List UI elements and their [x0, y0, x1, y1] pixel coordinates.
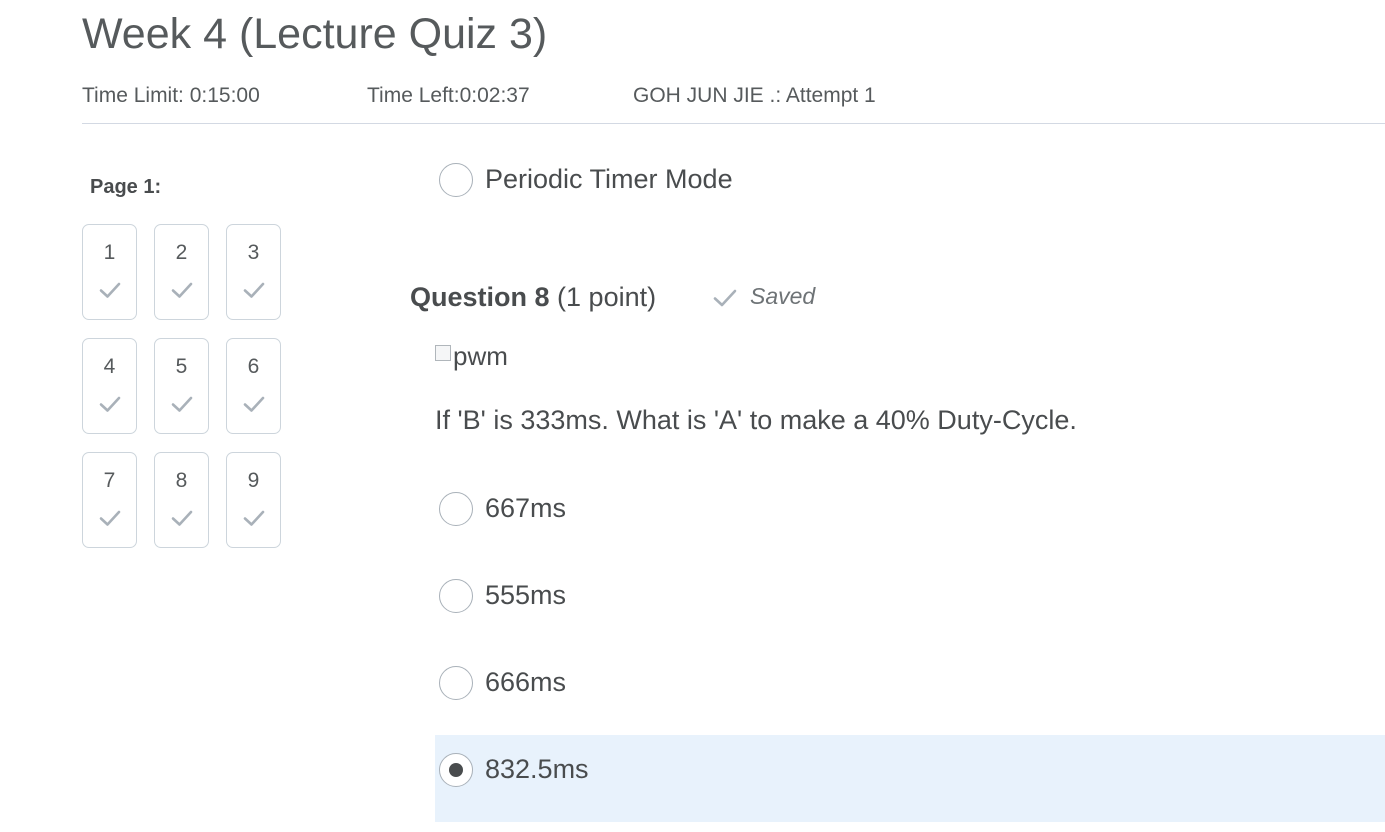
quiz-title: Week 4 (Lecture Quiz 3) [82, 10, 548, 58]
checkmark-icon [713, 289, 737, 307]
time-limit: Time Limit: 0:15:00 [82, 84, 260, 107]
checkmark-icon [99, 396, 121, 412]
question-tile-3[interactable]: 3 [226, 224, 281, 320]
header-divider [82, 123, 1385, 124]
question-tile-number: 5 [175, 355, 188, 378]
image-alt-text: pwm [453, 341, 508, 371]
question-header: Question 8 (1 point) [410, 280, 656, 314]
question-tile-number: 6 [247, 355, 260, 378]
option-radio-555ms[interactable] [439, 579, 473, 613]
question-tile-7[interactable]: 7 [82, 452, 137, 548]
option-label-667ms[interactable]: 667ms [485, 491, 566, 525]
option-radio-periodic-timer-mode[interactable] [439, 163, 473, 197]
option-radio-667ms[interactable] [439, 492, 473, 526]
broken-image-icon [435, 345, 451, 361]
attempt-info: GOH JUN JIE .: Attempt 1 [633, 84, 876, 107]
question-tile-number: 7 [103, 469, 116, 492]
question-tile-6[interactable]: 6 [226, 338, 281, 434]
checkmark-icon [243, 282, 265, 298]
question-image: pwm [435, 341, 508, 371]
checkmark-icon [99, 510, 121, 526]
checkmark-icon [171, 396, 193, 412]
question-tile-number: 4 [103, 355, 116, 378]
checkmark-icon [171, 282, 193, 298]
checkmark-icon [243, 396, 265, 412]
question-tile-4[interactable]: 4 [82, 338, 137, 434]
question-tile-8[interactable]: 8 [154, 452, 209, 548]
saved-status: Saved [750, 283, 816, 309]
question-tile-number: 9 [247, 469, 260, 492]
option-radio-832-5ms[interactable] [439, 753, 473, 787]
question-text: If 'B' is 333ms. What is 'A' to make a 4… [435, 405, 1077, 435]
option-label-555ms[interactable]: 555ms [485, 578, 566, 612]
question-tile-2[interactable]: 2 [154, 224, 209, 320]
question-tile-1[interactable]: 1 [82, 224, 137, 320]
page-label: Page 1: [90, 176, 162, 198]
time-left: Time Left:0:02:37 [367, 84, 530, 107]
question-tile-number: 8 [175, 469, 188, 492]
question-points: (1 point) [557, 282, 657, 312]
question-tile-number: 3 [247, 241, 260, 264]
option-radio-666ms[interactable] [439, 666, 473, 700]
quiz-page: Week 4 (Lecture Quiz 3) Time Limit: 0:15… [0, 0, 1385, 832]
option-label-832-5ms[interactable]: 832.5ms [485, 752, 589, 786]
question-tile-number: 2 [175, 241, 188, 264]
option-label-666ms[interactable]: 666ms [485, 665, 566, 699]
option-label-periodic-timer-mode[interactable]: Periodic Timer Mode [485, 162, 733, 196]
question-tile-number: 1 [103, 241, 116, 264]
checkmark-icon [243, 510, 265, 526]
checkmark-icon [171, 510, 193, 526]
question-title: Question 8 [410, 282, 550, 312]
checkmark-icon [99, 282, 121, 298]
question-tile-5[interactable]: 5 [154, 338, 209, 434]
question-tile-9[interactable]: 9 [226, 452, 281, 548]
